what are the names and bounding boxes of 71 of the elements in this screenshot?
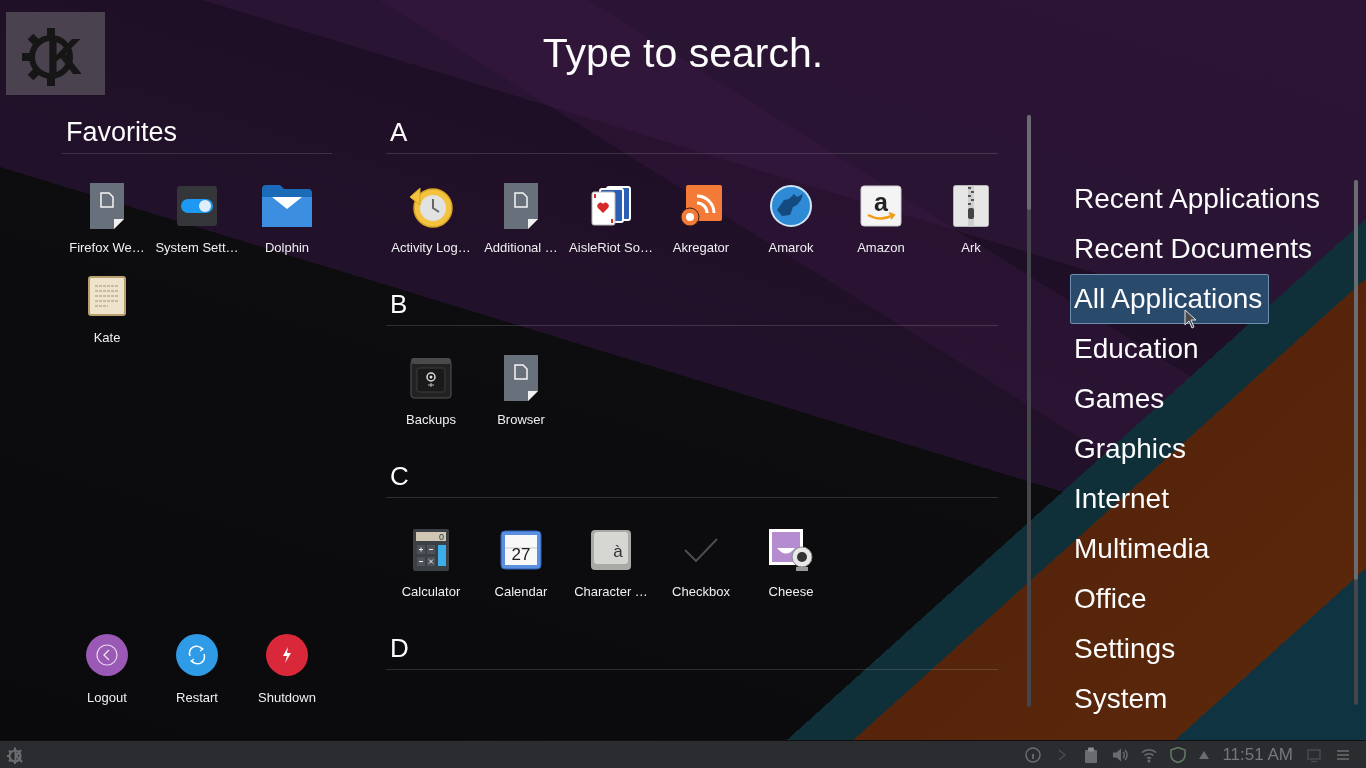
shield-icon[interactable] bbox=[1170, 746, 1187, 763]
safe-icon bbox=[410, 357, 452, 399]
app-item[interactable]: AisleRiot So… bbox=[566, 173, 656, 263]
rss-feed-icon bbox=[680, 185, 722, 227]
app-item[interactable]: Firefox We… bbox=[62, 173, 152, 263]
category-item[interactable]: System bbox=[1070, 674, 1175, 724]
category-item[interactable]: Multimedia bbox=[1070, 524, 1217, 574]
app-item[interactable]: System Sett… bbox=[152, 173, 242, 263]
app-item[interactable]: Checkbox bbox=[656, 517, 746, 607]
app-item[interactable]: Dolphin bbox=[242, 173, 332, 263]
speaker-icon[interactable] bbox=[1112, 746, 1129, 763]
section-letter: A bbox=[390, 116, 408, 149]
scrollbar-track[interactable] bbox=[1354, 180, 1358, 705]
app-item[interactable]: Activity Log… bbox=[386, 173, 476, 263]
app-item[interactable]: Cheese bbox=[746, 517, 836, 607]
caret-icon[interactable] bbox=[1199, 750, 1210, 759]
app-item[interactable]: Kate bbox=[62, 263, 152, 353]
app-item[interactable]: 0 Calculator bbox=[386, 517, 476, 607]
notepad-icon bbox=[88, 276, 126, 316]
category-item[interactable]: Games bbox=[1070, 374, 1172, 424]
category-item[interactable]: Recent Documents bbox=[1070, 224, 1320, 274]
app-item[interactable]: Backups bbox=[386, 345, 476, 435]
monitor-icon[interactable] bbox=[1306, 746, 1322, 763]
round-emblem-icon bbox=[770, 185, 812, 227]
document-icon bbox=[90, 183, 124, 229]
app-item[interactable]: Additional … bbox=[476, 173, 566, 263]
clock-arrow-icon bbox=[409, 184, 453, 228]
app-item[interactable]: Browser bbox=[476, 345, 566, 435]
calendar-icon: 27 bbox=[500, 530, 542, 570]
chevron-circle-icon bbox=[86, 634, 128, 676]
document-icon bbox=[504, 183, 538, 229]
zipper-icon bbox=[953, 185, 989, 227]
category-item[interactable]: Recent Applications bbox=[1070, 174, 1327, 224]
webcam-icon bbox=[768, 528, 814, 572]
category-item[interactable]: Office bbox=[1070, 574, 1154, 624]
app-item[interactable]: 27 Calendar bbox=[476, 517, 566, 607]
shutdown-button[interactable]: Shutdown bbox=[242, 634, 332, 706]
lightning-icon bbox=[266, 634, 308, 676]
keycap-icon: à bbox=[591, 530, 631, 570]
logout-button[interactable]: Logout bbox=[62, 634, 152, 706]
favorites-heading: Favorites bbox=[66, 116, 178, 149]
app-item[interactable]: Amarok bbox=[746, 173, 836, 263]
app-item[interactable]: Ark bbox=[926, 173, 998, 263]
scrollbar-thumb[interactable] bbox=[1354, 180, 1358, 580]
wifi-icon[interactable] bbox=[1141, 746, 1158, 763]
info-icon[interactable] bbox=[1025, 746, 1042, 763]
section-letter: B bbox=[390, 288, 408, 321]
gear-logo-icon[interactable] bbox=[6, 745, 24, 764]
letter-tile-icon: a bbox=[860, 185, 902, 227]
category-item[interactable]: Settings bbox=[1070, 624, 1183, 674]
scrollbar-track[interactable] bbox=[1027, 115, 1031, 707]
app-item[interactable]: à Character … bbox=[566, 517, 656, 607]
category-item[interactable]: Education bbox=[1070, 324, 1206, 374]
folder-icon bbox=[262, 185, 312, 227]
playing-cards-icon bbox=[590, 186, 632, 226]
category-item[interactable]: All Applications bbox=[1070, 274, 1270, 324]
restart-button[interactable]: Restart bbox=[152, 634, 242, 706]
scrollbar-thumb[interactable] bbox=[1027, 115, 1031, 210]
app-item[interactable]: a Amazon bbox=[836, 173, 926, 263]
category-item[interactable]: Graphics bbox=[1070, 424, 1194, 474]
document-icon bbox=[504, 355, 538, 401]
search-field[interactable]: Type to search. bbox=[533, 27, 833, 80]
app-item[interactable]: Akregator bbox=[656, 173, 746, 263]
checkmark-icon bbox=[684, 538, 718, 562]
category-item[interactable]: Internet bbox=[1070, 474, 1176, 524]
clipboard-icon[interactable] bbox=[1083, 746, 1100, 763]
toggle-switch-icon bbox=[177, 186, 217, 226]
calculator-icon: 0 bbox=[413, 529, 449, 571]
refresh-icon bbox=[176, 634, 218, 676]
section-letter: D bbox=[390, 632, 409, 665]
section-letter: C bbox=[390, 460, 409, 493]
